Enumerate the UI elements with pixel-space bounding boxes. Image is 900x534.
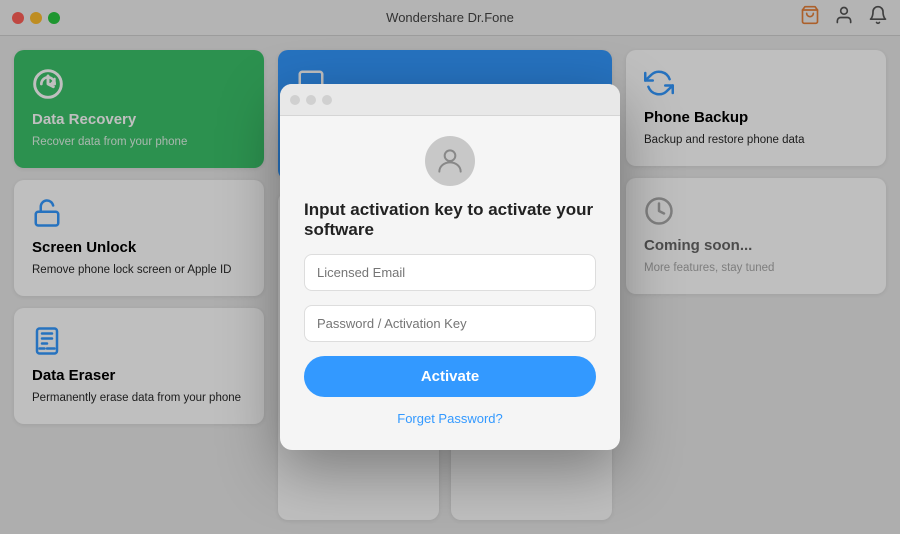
- modal-heading: Input activation key to activate your so…: [304, 200, 596, 240]
- modal-minimize-button[interactable]: [306, 95, 316, 105]
- activate-button[interactable]: Activate: [304, 356, 596, 397]
- modal-title-bar: [280, 84, 620, 116]
- modal-body: Input activation key to activate your so…: [280, 116, 620, 450]
- activation-modal: Input activation key to activate your so…: [280, 84, 620, 450]
- password-field[interactable]: [304, 305, 596, 342]
- modal-maximize-button[interactable]: [322, 95, 332, 105]
- modal-close-button[interactable]: [290, 95, 300, 105]
- email-field[interactable]: [304, 254, 596, 291]
- avatar: [425, 136, 475, 186]
- forget-password-link[interactable]: Forget Password?: [397, 411, 503, 426]
- modal-overlay: Input activation key to activate your so…: [0, 0, 900, 534]
